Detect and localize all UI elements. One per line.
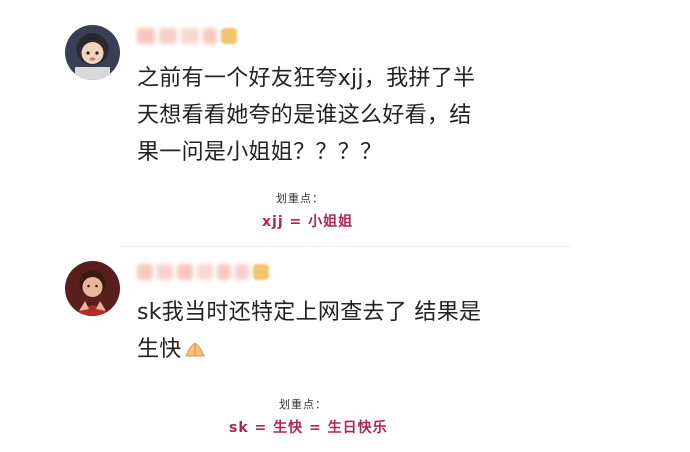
comment-text: 之前有一个好友狂夸xjj，我拼了半 天想看看她夸的是谁这么好看，结 果一问是小姐…	[137, 66, 476, 165]
avatar[interactable]	[65, 25, 120, 80]
vip-badge-icon	[221, 28, 237, 44]
vip-badge-icon	[253, 264, 269, 280]
username-blurred[interactable]	[137, 27, 237, 45]
hands-praying-icon	[184, 333, 206, 357]
note-title: 划重点：	[276, 192, 324, 205]
comment-card-1: 之前有一个好友狂夸xjj，我拼了半 天想看看她夸的是谁这么好看，结 果一问是小姐…	[55, 14, 570, 174]
comment-card-2: sk我当时还特定上网查去了 结果是 生快	[55, 256, 570, 374]
comment-text: sk我当时还特定上网查去了 结果是 生快	[137, 300, 482, 362]
divider	[120, 246, 570, 247]
note-answer: xjj = 小姐姐	[262, 214, 354, 230]
note-title: 划重点：	[279, 398, 327, 411]
avatar[interactable]	[65, 261, 120, 316]
username-blurred[interactable]	[137, 263, 269, 281]
note-answer: sk = 生快 = 生日快乐	[229, 420, 388, 436]
